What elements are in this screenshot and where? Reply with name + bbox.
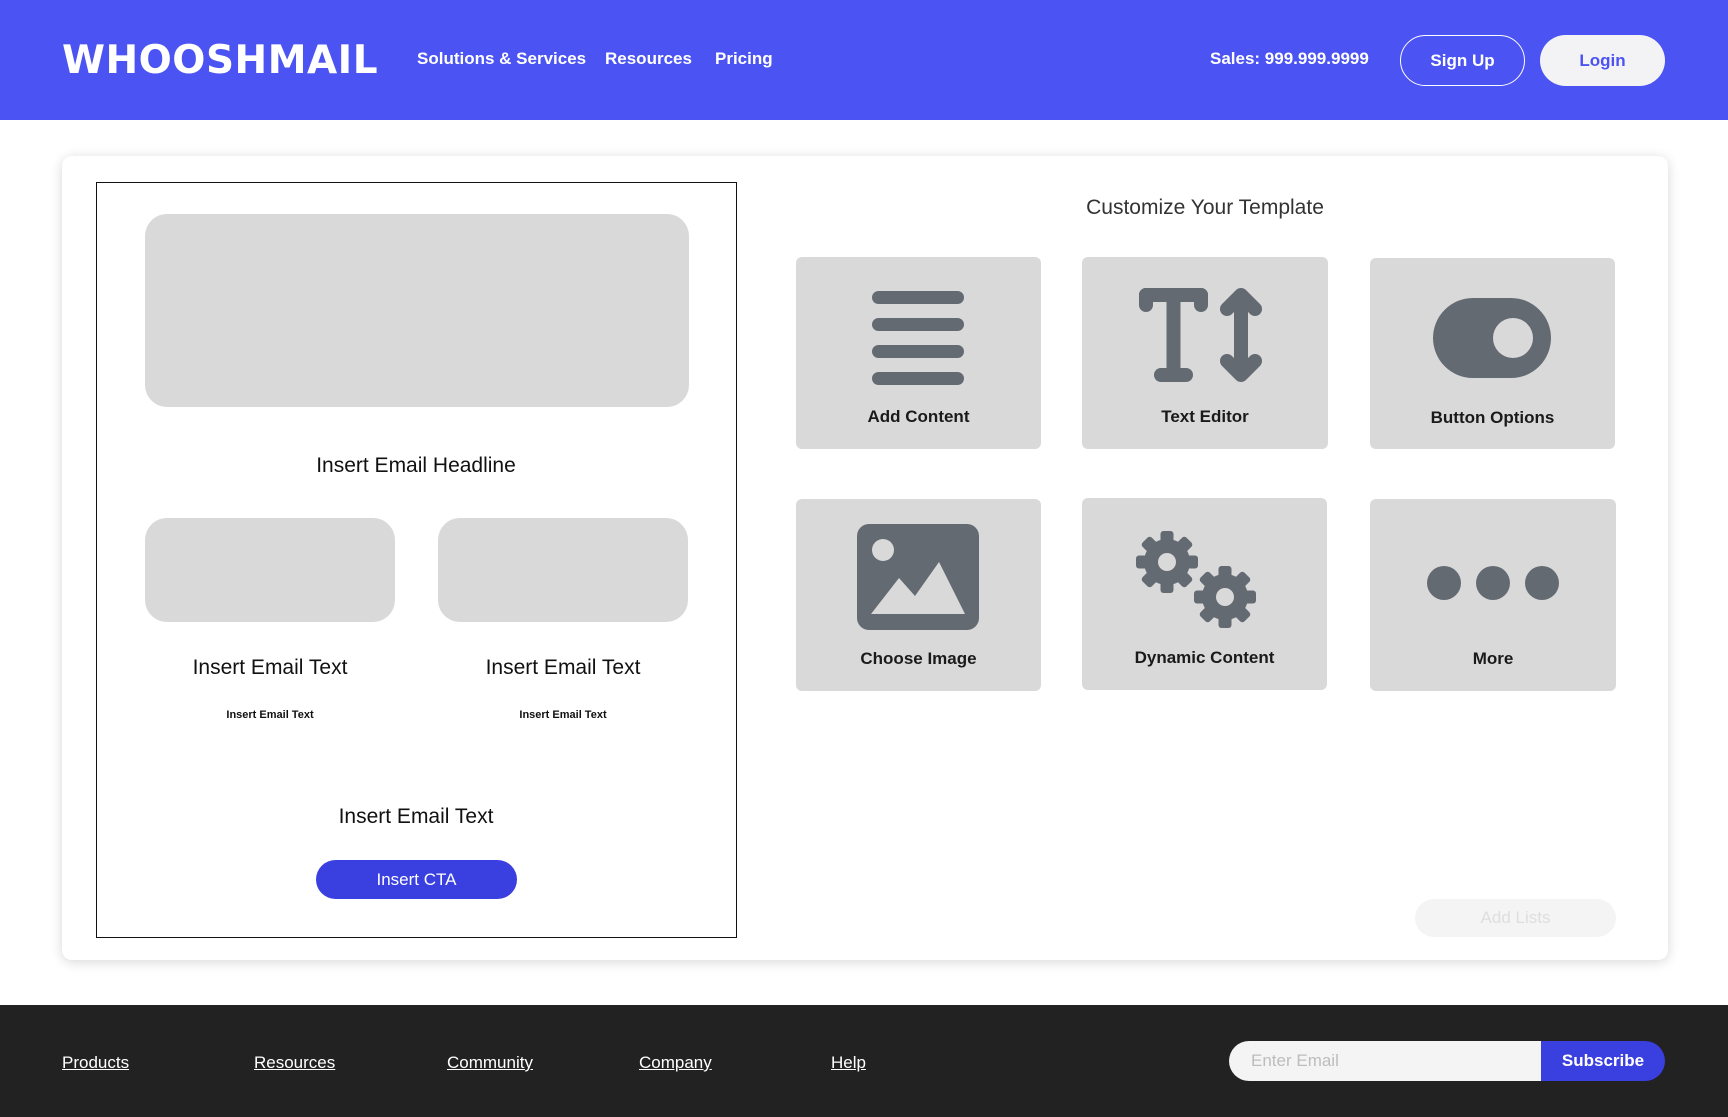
footer-link-products[interactable]: Products xyxy=(62,1053,129,1073)
top-navbar: WHOOSHMAIL Solutions & Services Resource… xyxy=(0,0,1728,120)
left-column-title[interactable]: Insert Email Text xyxy=(145,656,395,680)
subscribe-button[interactable]: Subscribe xyxy=(1541,1041,1665,1081)
button-options-tile[interactable]: Button Options xyxy=(1370,258,1615,449)
footer-link-resources[interactable]: Resources xyxy=(254,1053,335,1073)
nav-pricing[interactable]: Pricing xyxy=(715,49,773,69)
email-headline[interactable]: Insert Email Headline xyxy=(97,454,735,478)
footer-link-help[interactable]: Help xyxy=(831,1053,866,1073)
lines-icon xyxy=(872,291,964,385)
logo[interactable]: WHOOSHMAIL xyxy=(62,38,378,83)
add-content-label: Add Content xyxy=(867,407,970,426)
right-image-placeholder[interactable] xyxy=(438,518,688,622)
left-column-subtext[interactable]: Insert Email Text xyxy=(145,709,395,721)
email-bottom-text[interactable]: Insert Email Text xyxy=(97,805,735,829)
add-lists-button[interactable]: Add Lists xyxy=(1415,899,1616,937)
choose-image-tile[interactable]: Choose Image xyxy=(796,499,1041,691)
login-button[interactable]: Login xyxy=(1540,35,1665,86)
email-preview: Insert Email Headline Insert Email Text … xyxy=(96,182,737,938)
text-editor-label: Text Editor xyxy=(1161,407,1249,426)
more-tile[interactable]: More xyxy=(1370,499,1616,691)
footer: Products Resources Community Company Hel… xyxy=(0,1005,1728,1117)
cta-button[interactable]: Insert CTA xyxy=(316,860,517,899)
choose-image-label: Choose Image xyxy=(860,649,977,668)
right-column-title[interactable]: Insert Email Text xyxy=(438,656,688,680)
ellipsis-icon xyxy=(1427,566,1559,600)
dynamic-content-tile[interactable]: Dynamic Content xyxy=(1082,498,1327,690)
hero-image-placeholder[interactable] xyxy=(145,214,689,407)
add-content-tile[interactable]: Add Content xyxy=(796,257,1041,449)
nav-solutions-services[interactable]: Solutions & Services xyxy=(417,49,586,69)
footer-link-community[interactable]: Community xyxy=(447,1053,533,1073)
gears-icon xyxy=(1136,531,1256,628)
right-column-subtext[interactable]: Insert Email Text xyxy=(438,709,688,721)
image-icon xyxy=(857,524,979,630)
sign-up-button[interactable]: Sign Up xyxy=(1400,35,1525,86)
button-options-label: Button Options xyxy=(1430,408,1555,427)
more-label: More xyxy=(1472,649,1514,668)
left-image-placeholder[interactable] xyxy=(145,518,395,622)
email-input[interactable] xyxy=(1229,1041,1541,1081)
text-height-icon xyxy=(1139,288,1262,382)
footer-link-company[interactable]: Company xyxy=(639,1053,712,1073)
sales-phone: Sales: 999.999.9999 xyxy=(1210,49,1369,68)
text-editor-tile[interactable]: Text Editor xyxy=(1082,257,1328,449)
dynamic-content-label: Dynamic Content xyxy=(1134,648,1275,667)
nav-resources[interactable]: Resources xyxy=(605,49,692,69)
toggle-icon xyxy=(1433,298,1551,378)
customize-title: Customize Your Template xyxy=(1086,196,1324,219)
